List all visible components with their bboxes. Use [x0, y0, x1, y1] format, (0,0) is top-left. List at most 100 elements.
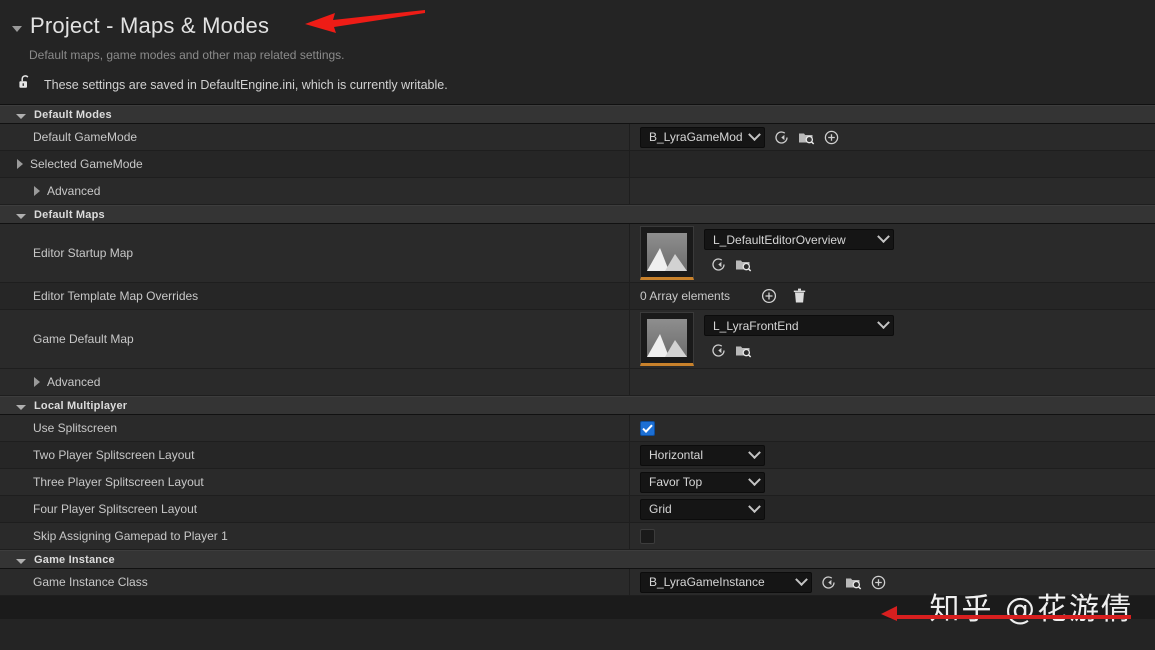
browse-to-asset-icon[interactable] — [735, 342, 752, 359]
skip-assigning-gamepad-checkbox[interactable] — [640, 529, 655, 544]
property-name-cell: Editor Template Map Overrides — [0, 283, 630, 309]
property-name-cell: Game Default Map — [0, 310, 630, 368]
property-value-cell: B_LyraGameMode — [630, 124, 1155, 150]
asset-picker-game-default-map: L_LyraFrontEnd — [640, 310, 894, 368]
array-element-count: 0 Array elements — [640, 289, 730, 303]
asset-action-icons — [704, 342, 894, 359]
triangle-right-icon[interactable] — [17, 159, 23, 169]
asset-picker-controls: L_LyraFrontEnd — [704, 312, 894, 359]
array-controls — [760, 288, 808, 305]
four-player-layout-combobox[interactable]: Grid — [640, 499, 765, 520]
map-thumbnail-icon[interactable] — [640, 226, 694, 280]
game-instance-class-combobox[interactable]: B_LyraGameInstance — [640, 572, 812, 593]
default-gamemode-combobox[interactable]: B_LyraGameMode — [640, 127, 765, 148]
map-thumbnail-icon[interactable] — [640, 312, 694, 366]
property-value-cell — [630, 178, 1155, 204]
row-use-splitscreen: Use Splitscreen — [0, 415, 1155, 442]
reset-to-default-icon[interactable] — [710, 342, 727, 359]
property-label: Game Instance Class — [0, 575, 148, 589]
saved-notice-row: These settings are saved in DefaultEngin… — [0, 74, 1155, 95]
property-label: Advanced — [47, 184, 100, 198]
triangle-right-icon[interactable] — [34, 377, 40, 387]
property-value-cell: Horizontal — [630, 442, 1155, 468]
category-header-game-instance[interactable]: Game Instance — [0, 550, 1155, 569]
property-value-cell: Favor Top — [630, 469, 1155, 495]
property-name-cell: Advanced — [0, 178, 630, 204]
triangle-down-icon — [16, 405, 26, 410]
row-advanced-modes[interactable]: Advanced — [0, 178, 1155, 205]
browse-to-asset-icon[interactable] — [798, 129, 815, 146]
property-value-cell: 0 Array elements — [630, 283, 1155, 309]
panel-bottom-filler — [0, 596, 1155, 619]
chevron-down-icon — [749, 504, 760, 515]
property-label: Editor Template Map Overrides — [0, 289, 198, 303]
property-value-cell — [630, 415, 1155, 441]
property-name-cell: Game Instance Class — [0, 569, 630, 595]
triangle-down-icon — [16, 214, 26, 219]
property-name-cell: Skip Assigning Gamepad to Player 1 — [0, 523, 630, 549]
property-label: Three Player Splitscreen Layout — [0, 475, 204, 489]
browse-to-asset-icon[interactable] — [845, 574, 862, 591]
property-value-cell: Grid — [630, 496, 1155, 522]
reset-to-default-icon[interactable] — [773, 129, 790, 146]
new-asset-icon[interactable] — [823, 129, 840, 146]
settings-header: Project - Maps & Modes Default maps, gam… — [0, 0, 1155, 95]
property-name-cell: Advanced — [0, 369, 630, 395]
category-label: Default Maps — [34, 209, 105, 221]
reset-to-default-icon[interactable] — [820, 574, 837, 591]
property-value-cell — [630, 523, 1155, 549]
reset-to-default-icon[interactable] — [710, 256, 727, 273]
asset-picker-controls: L_DefaultEditorOverview — [704, 226, 894, 273]
new-asset-icon[interactable] — [870, 574, 887, 591]
combobox-value: B_LyraGameInstance — [649, 575, 790, 589]
row-game-default-map: Game Default Map L_LyraFron — [0, 310, 1155, 369]
triangle-down-icon[interactable] — [12, 26, 22, 32]
use-splitscreen-checkbox[interactable] — [640, 421, 655, 436]
row-editor-template-map-overrides: Editor Template Map Overrides 0 Array el… — [0, 283, 1155, 310]
property-label: Editor Startup Map — [0, 246, 133, 260]
project-settings-panel: Project - Maps & Modes Default maps, gam… — [0, 0, 1155, 650]
property-name-cell: Use Splitscreen — [0, 415, 630, 441]
property-value-cell: L_DefaultEditorOverview — [630, 224, 1155, 282]
category-header-default-modes[interactable]: Default Modes — [0, 105, 1155, 124]
two-player-layout-combobox[interactable]: Horizontal — [640, 445, 765, 466]
add-element-icon[interactable] — [760, 288, 777, 305]
property-value-cell: B_LyraGameInstance — [630, 569, 1155, 595]
saved-notice-text: These settings are saved in DefaultEngin… — [44, 78, 448, 92]
asset-action-icons — [704, 256, 894, 273]
property-value-cell — [630, 369, 1155, 395]
chevron-down-icon — [749, 132, 760, 143]
unlocked-padlock-icon — [18, 74, 33, 95]
combobox-value: L_DefaultEditorOverview — [713, 233, 872, 247]
triangle-down-icon — [16, 559, 26, 564]
row-advanced-maps[interactable]: Advanced — [0, 369, 1155, 396]
asset-picker-startup-map: L_DefaultEditorOverview — [640, 224, 894, 282]
browse-to-asset-icon[interactable] — [735, 256, 752, 273]
chevron-down-icon — [878, 234, 889, 245]
property-value-cell — [630, 151, 1155, 177]
chevron-down-icon — [749, 477, 760, 488]
editor-startup-map-combobox[interactable]: L_DefaultEditorOverview — [704, 229, 894, 250]
three-player-layout-combobox[interactable]: Favor Top — [640, 472, 765, 493]
row-default-gamemode: Default GameMode B_LyraGameMode — [0, 124, 1155, 151]
property-value-cell: L_LyraFrontEnd — [630, 310, 1155, 368]
category-label: Local Multiplayer — [34, 400, 127, 412]
property-name-cell: Three Player Splitscreen Layout — [0, 469, 630, 495]
category-header-default-maps[interactable]: Default Maps — [0, 205, 1155, 224]
triangle-right-icon[interactable] — [34, 186, 40, 196]
category-label: Game Instance — [34, 554, 115, 566]
row-editor-startup-map: Editor Startup Map L_Defaul — [0, 224, 1155, 283]
property-name-cell: Two Player Splitscreen Layout — [0, 442, 630, 468]
game-default-map-combobox[interactable]: L_LyraFrontEnd — [704, 315, 894, 336]
delete-all-icon[interactable] — [791, 288, 808, 305]
row-selected-gamemode[interactable]: Selected GameMode — [0, 151, 1155, 178]
combobox-value: B_LyraGameMode — [649, 130, 743, 144]
row-two-player-layout: Two Player Splitscreen Layout Horizontal — [0, 442, 1155, 469]
property-name-cell: Four Player Splitscreen Layout — [0, 496, 630, 522]
property-label: Skip Assigning Gamepad to Player 1 — [0, 529, 228, 543]
row-four-player-layout: Four Player Splitscreen Layout Grid — [0, 496, 1155, 523]
combobox-value: Grid — [649, 502, 743, 516]
category-header-local-multiplayer[interactable]: Local Multiplayer — [0, 396, 1155, 415]
page-title: Project - Maps & Modes — [30, 12, 269, 40]
page-title-row: Project - Maps & Modes — [0, 8, 1155, 42]
